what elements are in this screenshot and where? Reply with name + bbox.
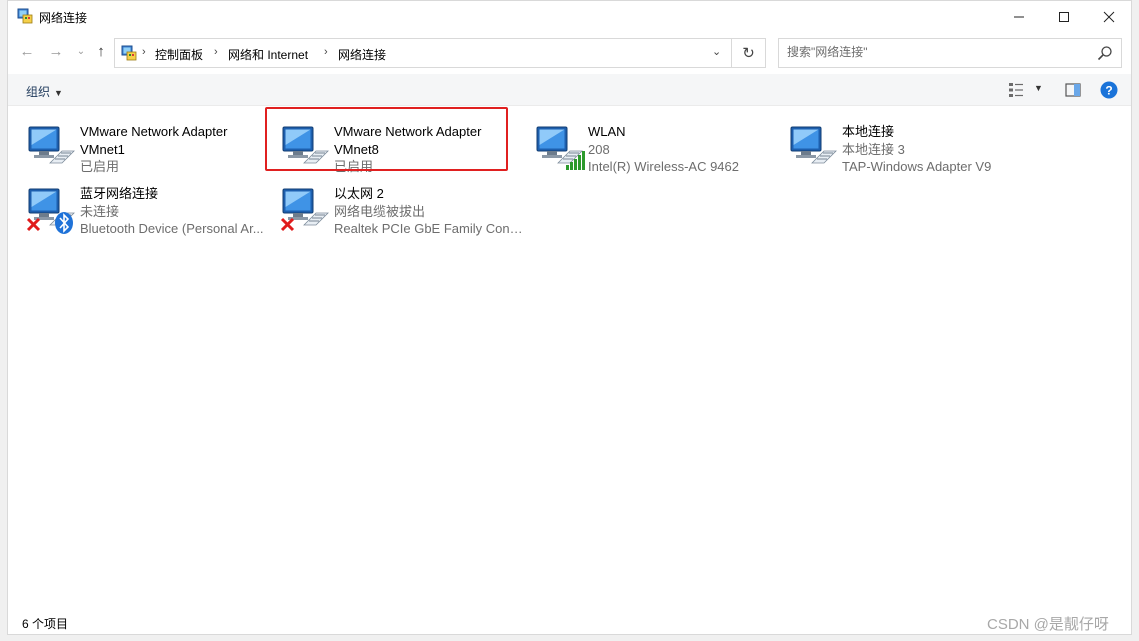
title-bar[interactable]: 网络连接 (8, 1, 1131, 32)
status-bar: 6 个项目 (8, 611, 1131, 635)
control-panel-icon (121, 45, 137, 61)
connection-item[interactable]: VMware Network Adapter VMnet1 已启用 (26, 115, 266, 177)
preview-pane-icon[interactable] (1065, 82, 1081, 98)
maximize-icon (1059, 11, 1069, 22)
connection-status-line: 未连接 (80, 203, 120, 219)
close-icon (1103, 11, 1115, 22)
connection-status-line: VMnet8 (334, 141, 379, 157)
command-bar: 组织 ▼ ▼ ? (8, 74, 1131, 106)
connection-name: VMware Network Adapter (334, 124, 482, 139)
connection-name: VMware Network Adapter (80, 124, 228, 139)
view-options-dropdown[interactable]: ▼ (1034, 83, 1043, 93)
refresh-button[interactable]: ↻ (731, 38, 765, 68)
connection-status-line: 网络电缆被拔出 (334, 203, 426, 219)
connection-text: VMware Network Adapter VMnet8 已启用 (334, 123, 524, 176)
address-bar[interactable]: › 控制面板 › 网络和 Internet › 网络连接 ⌄ ↻ (114, 38, 766, 68)
search-input[interactable] (787, 45, 1087, 59)
change-view-icon[interactable] (1008, 82, 1024, 98)
chevron-down-icon: ▼ (54, 88, 63, 98)
search-icon[interactable] (1097, 45, 1113, 61)
connection-text: 蓝牙网络连接 未连接 Bluetooth Device (Personal Ar..… (80, 185, 270, 238)
network-adapter-icon (788, 121, 840, 173)
ethernet-disconnected-icon (280, 183, 332, 235)
network-adapter-icon (280, 121, 332, 173)
forward-button[interactable]: → (45, 40, 67, 62)
window-title: 网络连接 (39, 11, 88, 25)
connection-status-line: VMnet1 (80, 141, 125, 157)
connection-device-line: TAP-Windows Adapter V9 (842, 159, 992, 174)
up-arrow-icon: ↑ (97, 42, 105, 60)
connection-device-line: 已启用 (80, 159, 120, 174)
help-icon[interactable]: ? (1100, 81, 1118, 99)
breadcrumb-separator-icon: › (142, 46, 146, 58)
connection-item[interactable]: 蓝牙网络连接 未连接 Bluetooth Device (Personal Ar..… (26, 177, 266, 239)
breadcrumb-separator-icon[interactable]: › (324, 46, 328, 58)
connection-device-line: Intel(R) Wireless-AC 9462 (588, 159, 739, 174)
connection-text: 本地连接本地连接 3 TAP-Windows Adapter V9 (842, 123, 1032, 176)
file-list: VMware Network Adapter VMnet1 已启用 VMware Ne… (8, 107, 1131, 605)
back-button[interactable]: ← (16, 40, 38, 62)
up-button[interactable]: ↑ (90, 40, 112, 62)
back-arrow-icon: ← (19, 42, 35, 60)
connection-name: 以太网 2 (334, 186, 384, 201)
bluetooth-adapter-icon (26, 183, 78, 235)
connection-status-line: 本地连接 3 (842, 141, 905, 157)
network-connections-app-icon (17, 8, 33, 24)
watermark-text: CSDN @是靓仔呀 (987, 616, 1109, 633)
connection-item[interactable]: VMware Network Adapter VMnet8 已启用 (280, 115, 520, 177)
address-history-dropdown[interactable]: ⌄ (712, 45, 721, 58)
connection-device-line: Realtek PCIe GbE Family Contr... (334, 221, 524, 236)
refresh-icon: ↻ (742, 45, 755, 62)
breadcrumb-network-internet[interactable]: 网络和 Internet (228, 46, 308, 63)
breadcrumb-network-connections[interactable]: 网络连接 (338, 46, 386, 63)
connection-name: 蓝牙网络连接 (80, 186, 159, 201)
connection-item[interactable]: WLAN 208 Intel(R) Wireless-AC 9462 (534, 115, 774, 177)
connection-item[interactable]: 本地连接本地连接 3 TAP-Windows Adapter V9 (788, 115, 1028, 177)
forward-arrow-icon: → (48, 42, 64, 60)
connection-name: 本地连接 (842, 124, 895, 139)
connection-device-line: 已启用 (334, 159, 374, 174)
breadcrumb-control-panel[interactable]: 控制面板 (155, 46, 203, 63)
connection-text: WLAN 208 Intel(R) Wireless-AC 9462 (588, 123, 778, 176)
connection-status-line: 208 (588, 141, 610, 157)
svg-text:?: ? (1105, 84, 1112, 98)
network-adapter-icon (26, 121, 78, 173)
connection-text: 以太网 2 网络电缆被拔出 Realtek PCIe GbE Family Cont… (334, 185, 524, 238)
connection-device-line: Bluetooth Device (Personal Ar... (80, 221, 264, 236)
maximize-button[interactable] (1041, 1, 1087, 32)
close-button[interactable] (1086, 1, 1132, 32)
wireless-adapter-icon (534, 121, 586, 173)
connection-name: WLAN (588, 124, 626, 139)
organize-menu-button[interactable]: 组织 ▼ (26, 83, 63, 100)
minimize-icon (1014, 16, 1024, 17)
connection-text: VMware Network Adapter VMnet1 已启用 (80, 123, 270, 176)
chevron-down-icon: ⌄ (76, 45, 86, 57)
organize-label: 组织 (26, 85, 51, 99)
item-count: 6 个项目 (22, 617, 69, 631)
navigation-bar: ← → ⌄ ↑ › 控制面板 › 网络和 Internet › 网络连接 ⌄ ↻ (8, 35, 1131, 69)
connection-item[interactable]: 以太网 2 网络电缆被拔出 Realtek PCIe GbE Family Cont… (280, 177, 524, 239)
explorer-window: 网络连接 ← → ⌄ ↑ › 控制面板 › 网络和 Internet › 网络连… (7, 0, 1132, 635)
minimize-button[interactable] (996, 1, 1042, 32)
recent-locations-button[interactable]: ⌄ (70, 40, 92, 62)
search-box[interactable] (778, 38, 1122, 68)
breadcrumb-separator-icon[interactable]: › (214, 46, 218, 58)
